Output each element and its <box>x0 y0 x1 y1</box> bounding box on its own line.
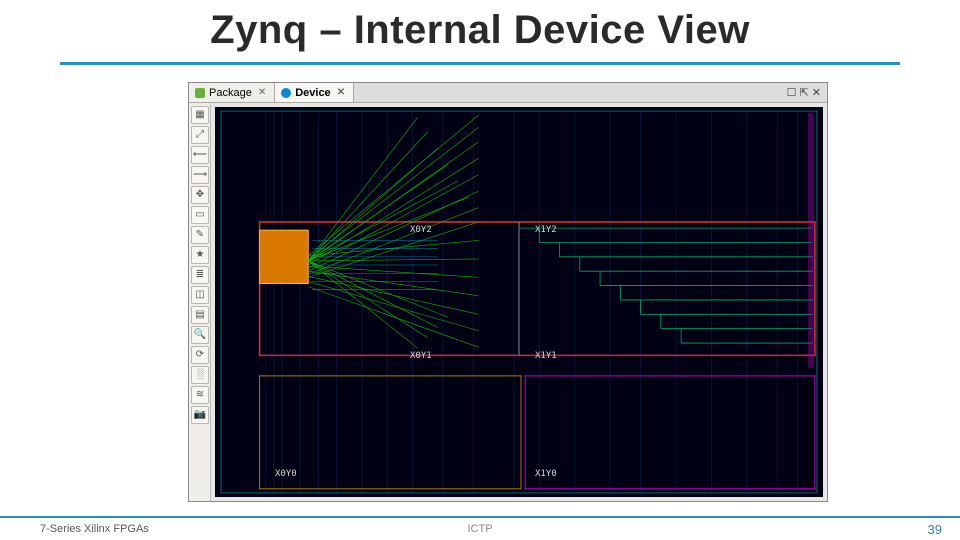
viewer-toolstrip: ▦ ⤢ ⟵ ⟶ ✥ ▭ ✎ ★ ≣ ◫ ▤ 🔍 ⟳ ░ ≋ 📷 <box>189 103 211 501</box>
tab-device[interactable]: Device ✕ <box>275 83 354 102</box>
tab-package[interactable]: Package ✕ <box>189 83 275 102</box>
tool-measure[interactable]: ✎ <box>191 226 209 244</box>
tool-area-select[interactable]: ▭ <box>191 206 209 224</box>
title-underline <box>60 62 900 65</box>
tool-toggle-sites[interactable]: ◫ <box>191 286 209 304</box>
tab-device-label: Device <box>295 87 330 99</box>
close-icon[interactable]: ✕ <box>256 87 268 98</box>
footer-center: ICTP <box>467 523 492 535</box>
tool-find[interactable]: 🔍 <box>191 326 209 344</box>
footer-left: 7-Series Xilinx FPGAs <box>40 523 149 535</box>
device-canvas-wrap: X0Y2 X1Y2 X0Y1 X1Y1 X0Y0 X1Y0 <box>211 103 827 501</box>
footer-page-number: 39 <box>928 522 942 537</box>
tool-toggle-minimap[interactable]: ▦ <box>191 106 209 124</box>
tool-highlight[interactable]: ★ <box>191 246 209 264</box>
tool-snapshot[interactable]: 📷 <box>191 406 209 424</box>
close-icon[interactable]: ✕ <box>335 87 347 98</box>
tool-toggle-tiles[interactable]: ▤ <box>191 306 209 324</box>
slide-title: Zynq – Internal Device View <box>0 8 960 53</box>
tool-forward[interactable]: ⟶ <box>191 166 209 184</box>
tool-layers[interactable]: ≋ <box>191 386 209 404</box>
tool-zoom-fit[interactable]: ⤢ <box>191 126 209 144</box>
device-icon <box>281 88 291 98</box>
tool-congestion[interactable]: ░ <box>191 366 209 384</box>
tab-package-label: Package <box>209 87 252 99</box>
tool-refresh[interactable]: ⟳ <box>191 346 209 364</box>
tool-select[interactable]: ✥ <box>191 186 209 204</box>
tool-toggle-nets[interactable]: ≣ <box>191 266 209 284</box>
tool-back[interactable]: ⟵ <box>191 146 209 164</box>
device-canvas[interactable]: X0Y2 X1Y2 X0Y1 X1Y1 X0Y0 X1Y0 <box>215 107 823 497</box>
package-icon <box>195 88 205 98</box>
viewer-tabbar: Package ✕ Device ✕ ☐ ⇱ ✕ <box>189 83 827 103</box>
device-viewer-window: Package ✕ Device ✕ ☐ ⇱ ✕ ▦ ⤢ ⟵ ⟶ ✥ ▭ ✎ ★… <box>188 82 828 502</box>
window-controls[interactable]: ☐ ⇱ ✕ <box>787 83 827 102</box>
